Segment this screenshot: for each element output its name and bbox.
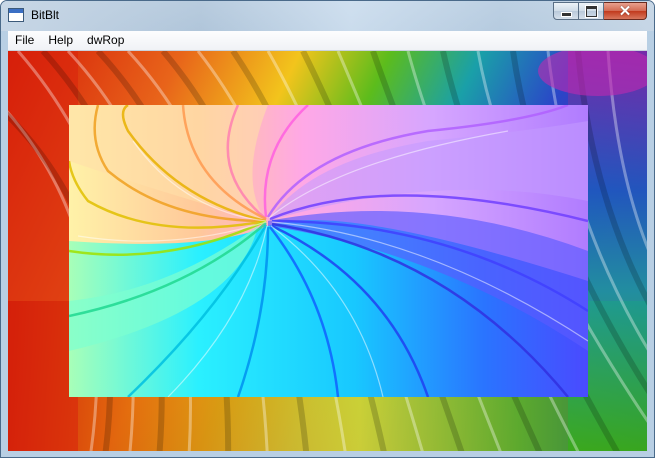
close-icon: ✕: [618, 2, 632, 20]
menu-bar: File Help dwRop: [8, 31, 647, 51]
menu-help[interactable]: Help: [41, 31, 80, 50]
app-window-icon[interactable]: [8, 8, 24, 22]
caption-buttons: ✕: [553, 2, 647, 22]
menu-file[interactable]: File: [8, 31, 41, 50]
app-window: BitBlt ✕ File Help dwRop: [0, 0, 655, 458]
maximize-button[interactable]: [579, 2, 604, 20]
maximize-icon: [585, 5, 597, 17]
client-area[interactable]: [8, 51, 647, 451]
menu-dwrop[interactable]: dwRop: [80, 31, 131, 50]
blitted-image: [69, 105, 588, 397]
client-canvas: [8, 51, 647, 451]
minimize-icon: [560, 11, 572, 17]
minimize-button[interactable]: [553, 2, 579, 20]
window-title: BitBlt: [31, 8, 60, 22]
close-button[interactable]: ✕: [604, 2, 647, 20]
title-bar[interactable]: BitBlt ✕: [1, 1, 654, 31]
